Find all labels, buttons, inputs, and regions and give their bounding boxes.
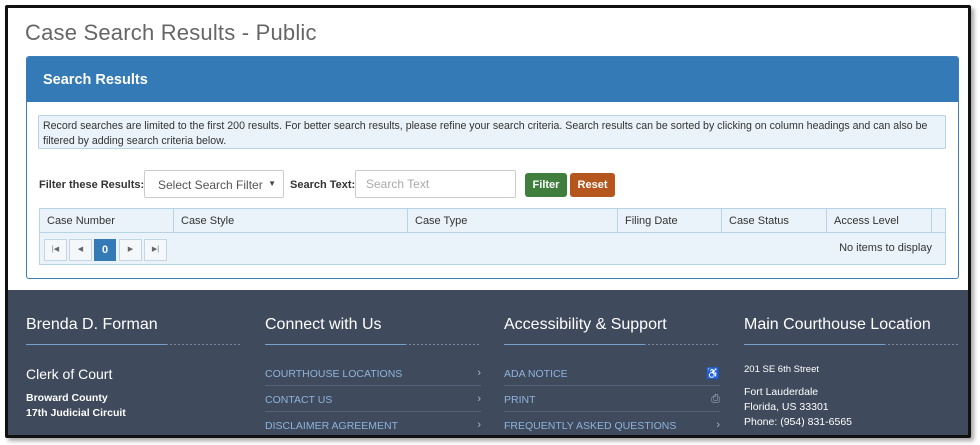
filter-label: Filter these Results:	[39, 179, 145, 191]
address-street: 201 SE 6th Street	[744, 364, 819, 375]
ada-notice-link[interactable]: ADA NOTICE ♿	[504, 360, 720, 386]
current-page-number[interactable]: 0	[94, 239, 116, 261]
contact-us-link[interactable]: CONTACT US ›	[265, 386, 481, 412]
column-case-style[interactable]: Case Style	[174, 209, 408, 233]
browser-frame: Case Search Results - Public Search Resu…	[5, 5, 971, 438]
column-case-type[interactable]: Case Type	[408, 209, 618, 233]
last-page-icon[interactable]: ▶|	[144, 239, 167, 261]
empty-grid-message: No items to display	[839, 242, 932, 254]
phone-number[interactable]: Phone: (954) 831-6565	[744, 416, 852, 428]
chevron-right-icon: ›	[477, 367, 481, 379]
column-case-status[interactable]: Case Status	[722, 209, 827, 233]
link-label: ADA NOTICE	[504, 368, 568, 380]
chevron-right-icon: ›	[716, 419, 720, 431]
clerk-title: Clerk of Court	[26, 366, 113, 382]
chevron-right-icon: ›	[477, 419, 481, 431]
dropdown-caret-icon: ▼	[268, 179, 276, 188]
address-state-zip: Florida, US 33301	[744, 401, 829, 413]
faq-link[interactable]: FREQUENTLY ASKED QUESTIONS ›	[504, 412, 720, 435]
grid-header: Case Number Case Style Case Type Filing …	[40, 209, 945, 233]
grid-pager: |◀ ◀ 0 ▶ ▶| No items to display	[40, 233, 945, 264]
clerk-name: Brenda D. Forman	[26, 316, 158, 333]
footer-divider-accent	[265, 344, 405, 345]
search-results-panel: Search Results Record searches are limit…	[26, 56, 959, 279]
site-footer: Brenda D. Forman Clerk of Court Broward …	[8, 290, 968, 435]
clerk-county: Broward County	[26, 392, 108, 404]
reset-button[interactable]: Reset	[570, 173, 615, 197]
disclaimer-agreement-link[interactable]: DISCLAIMER AGREEMENT ›	[265, 412, 481, 435]
results-info-notice: Record searches are limited to the first…	[38, 115, 946, 149]
column-access-level[interactable]: Access Level	[827, 209, 932, 233]
wheelchair-icon: ♿	[706, 368, 720, 380]
link-label: CONTACT US	[265, 394, 333, 406]
search-filter-select[interactable]: Select Search Filter ▼	[144, 170, 284, 198]
link-label: DISCLAIMER AGREEMENT	[265, 420, 399, 432]
first-page-icon[interactable]: |◀	[44, 239, 67, 261]
next-page-icon[interactable]: ▶	[119, 239, 142, 261]
search-text-label: Search Text:	[290, 179, 356, 191]
page-title: Case Search Results - Public	[25, 20, 317, 45]
column-filing-date[interactable]: Filing Date	[618, 209, 722, 233]
address-city: Fort Lauderdale	[744, 386, 819, 398]
panel-header: Search Results	[27, 57, 958, 102]
courthouse-locations-link[interactable]: COURTHOUSE LOCATIONS ›	[265, 360, 481, 386]
link-label: PRINT	[504, 394, 536, 406]
chevron-right-icon: ›	[477, 393, 481, 405]
footer-divider-accent	[744, 344, 884, 345]
footer-divider-accent	[504, 344, 644, 345]
link-label: COURTHOUSE LOCATIONS	[265, 368, 403, 380]
column-case-number[interactable]: Case Number	[40, 209, 174, 233]
connect-heading: Connect with Us	[265, 316, 382, 333]
location-heading: Main Courthouse Location	[744, 316, 931, 333]
printer-icon: ⎙	[711, 393, 720, 405]
filter-button[interactable]: Filter	[525, 173, 567, 197]
print-link[interactable]: PRINT ⎙	[504, 386, 720, 412]
previous-page-icon[interactable]: ◀	[69, 239, 92, 261]
search-text-input[interactable]	[355, 170, 516, 198]
link-label: FREQUENTLY ASKED QUESTIONS	[504, 420, 677, 432]
results-grid: Case Number Case Style Case Type Filing …	[39, 208, 946, 265]
clerk-circuit: 17th Judicial Circuit	[26, 407, 126, 419]
accessibility-heading: Accessibility & Support	[504, 316, 667, 333]
search-filter-value: Select Search Filter	[158, 178, 263, 192]
panel-title: Search Results	[43, 72, 148, 88]
footer-divider-accent	[26, 344, 166, 345]
